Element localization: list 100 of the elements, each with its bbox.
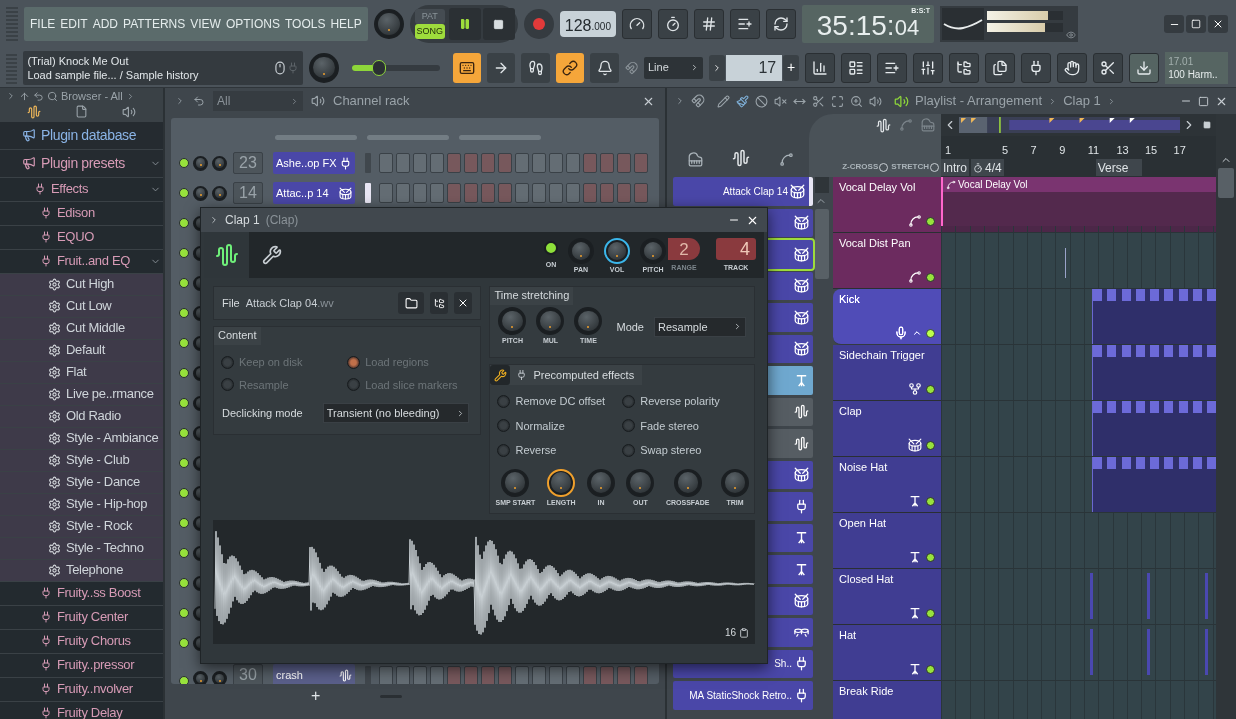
picker-item[interactable]: MA StaticShock Retro..: [673, 681, 813, 710]
browser-item[interactable]: Style - Ambiance: [0, 427, 163, 449]
track-name: Sidechain Trigger: [839, 348, 926, 363]
track-header[interactable]: Closed Hat: [833, 569, 941, 625]
browser-item[interactable]: Cut Middle: [0, 317, 163, 339]
browser-item[interactable]: Style - Dance: [0, 471, 163, 493]
field-label: Mode: [616, 319, 644, 335]
browser-item-label: Cut Low: [66, 297, 112, 316]
menu-item[interactable]: HELP: [330, 15, 362, 33]
browser-item-label: Style - Techno: [66, 539, 144, 558]
browser-item[interactable]: Live pe..rmance: [0, 383, 163, 405]
bar-number: 11: [1087, 142, 1101, 158]
browser-item-label: Fruity..ss Boost: [57, 584, 141, 603]
track-header[interactable]: Clap: [833, 401, 941, 457]
section-title: Precomputed effects: [533, 367, 635, 383]
track-header[interactable]: Hat: [833, 625, 941, 681]
browser-item-label: Style - Rock: [66, 517, 133, 536]
add-channel-button[interactable]: +: [311, 684, 321, 708]
browser-item-label: Style - Ambiance: [66, 429, 159, 448]
file-name[interactable]: Attack Clap 04.wv: [245, 294, 334, 312]
section-title: Content: [214, 327, 261, 345]
track-name: Vocal Dist Pan: [839, 236, 912, 251]
cpu-panel[interactable]: 17.01 100 Harm..: [1165, 51, 1229, 84]
bar-number: 17: [1173, 142, 1187, 158]
option-label: Remove DC offset: [515, 394, 606, 409]
browser-item-label: Effects: [51, 180, 89, 199]
menu-item[interactable]: EDIT: [60, 15, 88, 33]
browser-item[interactable]: Fruity..pressor: [0, 653, 163, 677]
menu-item[interactable]: VIEW: [190, 15, 221, 33]
browser-item[interactable]: Fruity Chorus: [0, 629, 163, 653]
browser-item-label: Default: [66, 341, 105, 360]
browser-item-label: Telephone: [66, 561, 124, 580]
browser-item[interactable]: Style - Techno: [0, 537, 163, 559]
browser-item[interactable]: Old Radio: [0, 405, 163, 427]
mode-select[interactable]: Resample: [654, 316, 746, 337]
time-signature-marker[interactable]: 4/4: [971, 159, 1004, 176]
browser-item-label: Old Radio: [66, 407, 121, 426]
track-header[interactable]: Sidechain Trigger: [833, 345, 941, 401]
browser-item[interactable]: Cut Low: [0, 295, 163, 317]
channel-button[interactable]: crash: [273, 664, 355, 684]
track-header[interactable]: Vocal Dist Pan: [833, 233, 941, 289]
pattern-selector[interactable]: 17: [726, 54, 783, 81]
browser-item[interactable]: Default: [0, 339, 163, 361]
browser-item[interactable]: Fruity..nvolver: [0, 677, 163, 701]
track-header[interactable]: Noise Hat: [833, 457, 941, 513]
browser-item[interactable]: Telephone: [0, 559, 163, 581]
bar-number: 7: [1030, 142, 1038, 158]
menu-item[interactable]: ADD: [92, 15, 119, 33]
tempo-display[interactable]: 128.000: [559, 11, 616, 37]
track-header[interactable]: Kick: [833, 289, 941, 345]
project-title: (Trial) Knock Me Out: [27, 53, 130, 68]
browser-item[interactable]: Edison: [0, 201, 163, 225]
browser-item-label: Style - Dance: [66, 473, 140, 492]
track-display[interactable]: 4: [716, 238, 756, 261]
channel-button[interactable]: Attac..p 14: [273, 182, 355, 204]
time-ticks: 04: [894, 14, 920, 42]
browser-item[interactable]: Fruit..and EQ: [0, 249, 163, 273]
mode-toggle[interactable]: SONG: [414, 24, 445, 39]
range-display[interactable]: 2: [668, 238, 700, 261]
switch-label: STRETCH: [891, 161, 929, 173]
menu-item[interactable]: PATTERNS: [123, 15, 186, 33]
option-label: Reverse: [515, 443, 557, 458]
section-marker[interactable]: Verse: [1095, 159, 1143, 176]
filter-select[interactable]: All: [213, 91, 303, 111]
channel-button[interactable]: Ashe..op FX: [273, 152, 355, 174]
track-header[interactable]: Open Hat: [833, 513, 941, 569]
track-header[interactable]: Vocal Delay Vol: [833, 177, 941, 233]
window-title: Channel rack: [333, 92, 410, 111]
browser-item[interactable]: Plugin presets: [0, 149, 163, 177]
hint-text: Load sample file... / Sample history: [27, 67, 199, 82]
clip-label: Vocal Delay Vol: [958, 178, 1028, 192]
browser-item[interactable]: Style - Hip-hop: [0, 493, 163, 515]
browser-item[interactable]: Style - Club: [0, 449, 163, 471]
browser-item[interactable]: Style - Rock: [0, 515, 163, 537]
current-pattern[interactable]: Clap 1: [1063, 91, 1101, 111]
menu-item[interactable]: TOOLS: [284, 15, 326, 33]
browser-item[interactable]: EQUO: [0, 225, 163, 249]
browser-item[interactable]: Cut High: [0, 273, 163, 295]
browser-item-label: Fruity..nvolver: [57, 680, 133, 699]
declicking-select[interactable]: Transient (no bleeding): [322, 403, 469, 423]
cpu-plugin: 100 Harm..: [1168, 67, 1219, 81]
snap-select[interactable]: Line: [644, 56, 704, 79]
section-marker[interactable]: Intro: [941, 159, 969, 176]
bar-number: 15: [1144, 142, 1159, 158]
browser-item-label: Fruity Center: [57, 608, 128, 627]
track-header[interactable]: Break Ride: [833, 681, 941, 719]
option-label: Resample: [239, 377, 289, 393]
track-name: Kick: [839, 292, 861, 307]
browser-item[interactable]: Fruity Center: [0, 605, 163, 629]
menu-item[interactable]: OPTIONS: [225, 15, 280, 33]
window-subtitle: (Clap): [265, 212, 299, 229]
track-name: Vocal Delay Vol: [839, 180, 917, 195]
cpu-value: 17.01: [1168, 54, 1195, 68]
menu-item[interactable]: FILE: [30, 15, 56, 33]
browser-item[interactable]: Flat: [0, 361, 163, 383]
add-pattern-button[interactable]: +: [783, 54, 800, 81]
browser-item[interactable]: Plugin database: [0, 121, 163, 149]
browser-item[interactable]: Fruity..ss Boost: [0, 581, 163, 605]
picker-item[interactable]: Attack Clap 14: [673, 177, 813, 206]
browser-item[interactable]: Effects: [0, 177, 163, 201]
